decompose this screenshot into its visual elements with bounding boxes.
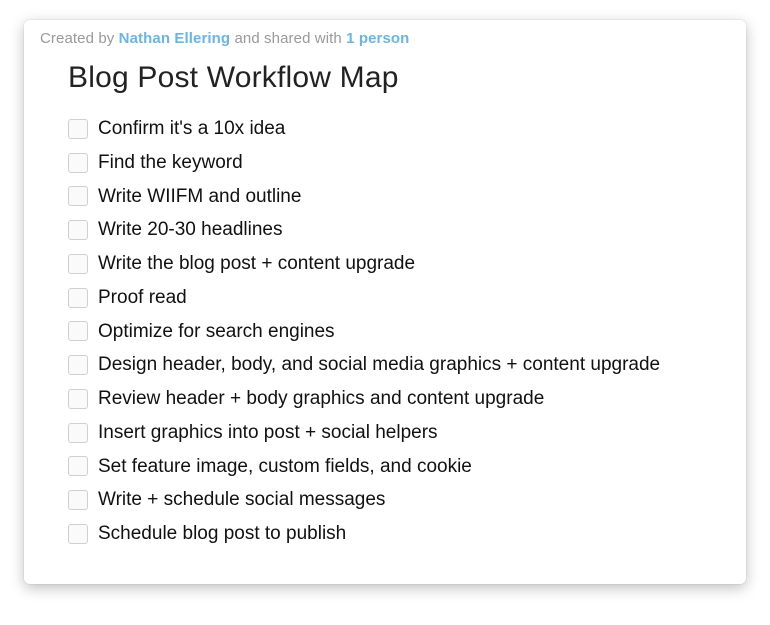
checkbox[interactable] bbox=[68, 119, 88, 139]
list-item: Insert graphics into post + social helpe… bbox=[68, 421, 730, 445]
item-text[interactable]: Design header, body, and social media gr… bbox=[98, 353, 660, 377]
meta-middle: and shared with bbox=[230, 30, 346, 47]
list-item: Write + schedule social messages bbox=[68, 488, 730, 512]
checkbox[interactable] bbox=[68, 186, 88, 206]
item-text[interactable]: Set feature image, custom fields, and co… bbox=[98, 455, 472, 479]
list-item: Review header + body graphics and conten… bbox=[68, 387, 730, 411]
checklist: Confirm it's a 10x idea Find the keyword… bbox=[68, 117, 730, 546]
list-item: Write the blog post + content upgrade bbox=[68, 252, 730, 276]
item-text[interactable]: Insert graphics into post + social helpe… bbox=[98, 421, 438, 445]
item-text[interactable]: Confirm it's a 10x idea bbox=[98, 117, 285, 141]
meta-prefix: Created by bbox=[40, 30, 119, 47]
list-item: Proof read bbox=[68, 286, 730, 310]
list-item: Schedule blog post to publish bbox=[68, 522, 730, 546]
item-text[interactable]: Find the keyword bbox=[98, 151, 243, 175]
author-link[interactable]: Nathan Ellering bbox=[119, 30, 231, 47]
list-item: Design header, body, and social media gr… bbox=[68, 353, 730, 377]
shared-link[interactable]: 1 person bbox=[346, 30, 409, 47]
checkbox[interactable] bbox=[68, 490, 88, 510]
list-item: Write WIIFM and outline bbox=[68, 185, 730, 209]
meta-line: Created by Nathan Ellering and shared wi… bbox=[40, 30, 730, 47]
checkbox[interactable] bbox=[68, 456, 88, 476]
item-text[interactable]: Review header + body graphics and conten… bbox=[98, 387, 544, 411]
checkbox[interactable] bbox=[68, 389, 88, 409]
item-text[interactable]: Write WIIFM and outline bbox=[98, 185, 301, 209]
note-card: Created by Nathan Ellering and shared wi… bbox=[24, 20, 746, 584]
checkbox[interactable] bbox=[68, 254, 88, 274]
checkbox[interactable] bbox=[68, 524, 88, 544]
checkbox[interactable] bbox=[68, 423, 88, 443]
item-text[interactable]: Proof read bbox=[98, 286, 187, 310]
item-text[interactable]: Schedule blog post to publish bbox=[98, 522, 346, 546]
checkbox[interactable] bbox=[68, 355, 88, 375]
list-item: Find the keyword bbox=[68, 151, 730, 175]
checkbox[interactable] bbox=[68, 220, 88, 240]
item-text[interactable]: Optimize for search engines bbox=[98, 320, 335, 344]
page-title: Blog Post Workflow Map bbox=[68, 61, 730, 95]
item-text[interactable]: Write the blog post + content upgrade bbox=[98, 252, 415, 276]
item-text[interactable]: Write + schedule social messages bbox=[98, 488, 385, 512]
checkbox[interactable] bbox=[68, 288, 88, 308]
checkbox[interactable] bbox=[68, 153, 88, 173]
list-item: Set feature image, custom fields, and co… bbox=[68, 455, 730, 479]
checkbox[interactable] bbox=[68, 321, 88, 341]
list-item: Write 20-30 headlines bbox=[68, 218, 730, 242]
list-item: Optimize for search engines bbox=[68, 320, 730, 344]
item-text[interactable]: Write 20-30 headlines bbox=[98, 218, 282, 242]
list-item: Confirm it's a 10x idea bbox=[68, 117, 730, 141]
